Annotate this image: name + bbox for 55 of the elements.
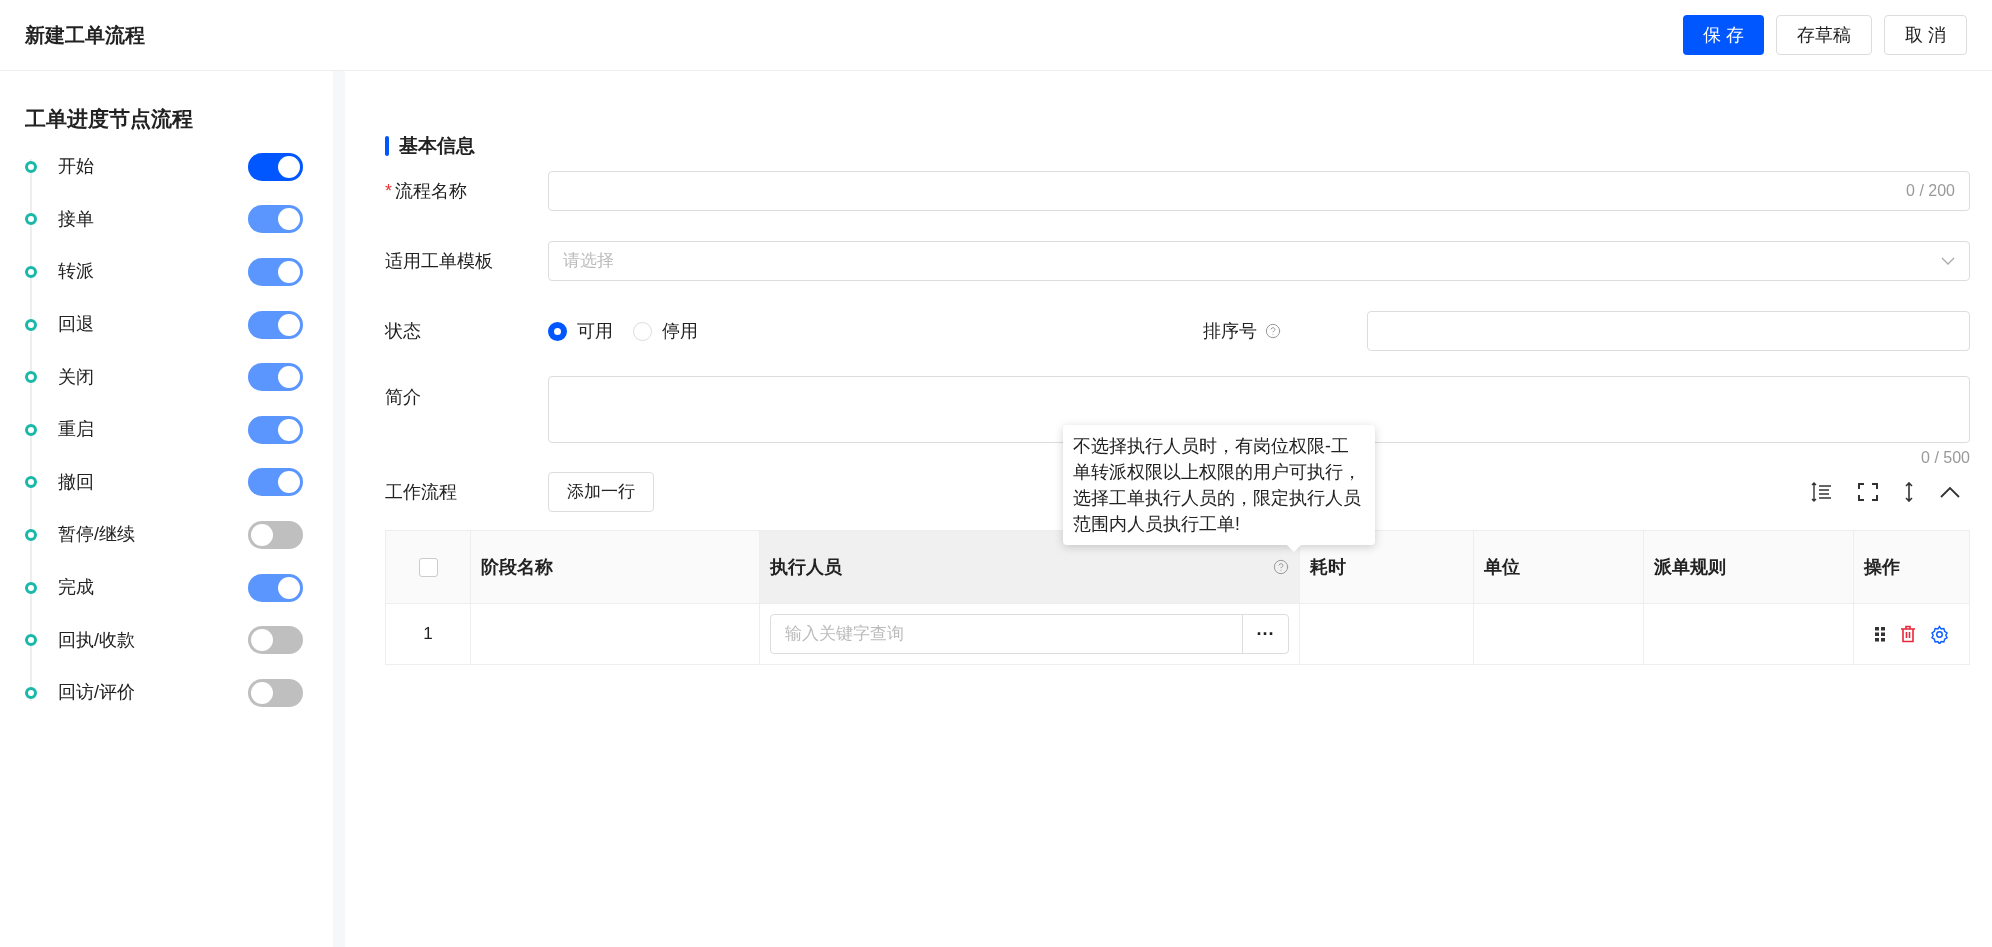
input-field[interactable] bbox=[1367, 311, 1970, 351]
char-counter: 0 / 200 bbox=[1906, 181, 1955, 201]
node-label: 关闭 bbox=[58, 365, 95, 389]
column-header: 操作 bbox=[1864, 555, 1900, 579]
action-button[interactable]: 取 消 bbox=[1884, 15, 1967, 55]
field-label: 状态 bbox=[385, 319, 422, 343]
fullscreen-icon[interactable] bbox=[1858, 483, 1878, 501]
section-title: 基本信息 bbox=[399, 133, 475, 158]
node-label: 接单 bbox=[58, 207, 95, 231]
settings-icon[interactable] bbox=[1930, 624, 1949, 644]
drag-handle-icon[interactable] bbox=[1874, 626, 1886, 642]
node-label: 撤回 bbox=[58, 470, 95, 494]
more-button[interactable]: ··· bbox=[1242, 615, 1288, 653]
required-mark: * bbox=[385, 179, 392, 203]
column-header: 执行人员 bbox=[770, 555, 842, 579]
sidebar-title: 工单进度节点流程 bbox=[25, 106, 194, 132]
column-header: 耗时 bbox=[1310, 555, 1346, 579]
row-number: 1 bbox=[423, 623, 433, 646]
node-label: 开始 bbox=[58, 155, 95, 179]
toggle-switch[interactable] bbox=[248, 520, 303, 549]
field-label: 适用工单模板 bbox=[385, 249, 494, 273]
help-icon bbox=[1265, 323, 1281, 339]
vertical-arrows-icon[interactable] bbox=[1904, 482, 1914, 502]
field-label: 排序号 bbox=[1203, 319, 1257, 343]
node-label: 回退 bbox=[58, 313, 95, 337]
delete-icon[interactable] bbox=[1900, 625, 1916, 643]
chevron-up-icon[interactable] bbox=[1940, 486, 1960, 498]
radio-option[interactable]: 停用 bbox=[633, 317, 698, 345]
node-label: 完成 bbox=[58, 576, 95, 600]
node-label: 回执/收款 bbox=[58, 628, 136, 652]
page-title: 新建工单流程 bbox=[25, 23, 145, 48]
column-header: 单位 bbox=[1484, 555, 1520, 579]
node-label: 转派 bbox=[58, 260, 95, 284]
char-counter: 0 / 500 bbox=[1921, 448, 1970, 468]
radio-option[interactable]: 可用 bbox=[548, 317, 613, 345]
chevron-down-icon bbox=[1941, 257, 1955, 265]
search-field[interactable]: 输入关键字查询 ··· bbox=[770, 614, 1289, 654]
field-label: 简介 bbox=[385, 386, 422, 409]
checkbox[interactable] bbox=[418, 557, 438, 577]
column-header: 派单规则 bbox=[1654, 555, 1726, 579]
column-header: 阶段名称 bbox=[481, 555, 553, 579]
node-label: 重启 bbox=[58, 418, 95, 442]
field-label: 工作流程 bbox=[385, 480, 458, 504]
toggle-switch[interactable] bbox=[248, 678, 303, 707]
toggle-switch[interactable] bbox=[248, 626, 303, 655]
action-button[interactable]: 存草稿 bbox=[1776, 15, 1872, 55]
add-row-button[interactable]: 添加一行 bbox=[548, 472, 654, 512]
field-label: 流程名称 bbox=[395, 179, 467, 203]
node-label: 暂停/继续 bbox=[58, 523, 136, 547]
save-button[interactable]: 保 存 bbox=[1682, 15, 1764, 55]
toggle-switch[interactable] bbox=[248, 152, 303, 181]
node-label: 回访/评价 bbox=[58, 681, 136, 705]
help-icon bbox=[1273, 559, 1289, 575]
line-height-icon[interactable] bbox=[1810, 482, 1832, 502]
tooltip: 不选择执行人员时，有岗位权限-工单转派权限以上权限的用户可执行，选择工单执行人员的，限定执行人员范围内人员执行工单! bbox=[1063, 425, 1375, 545]
